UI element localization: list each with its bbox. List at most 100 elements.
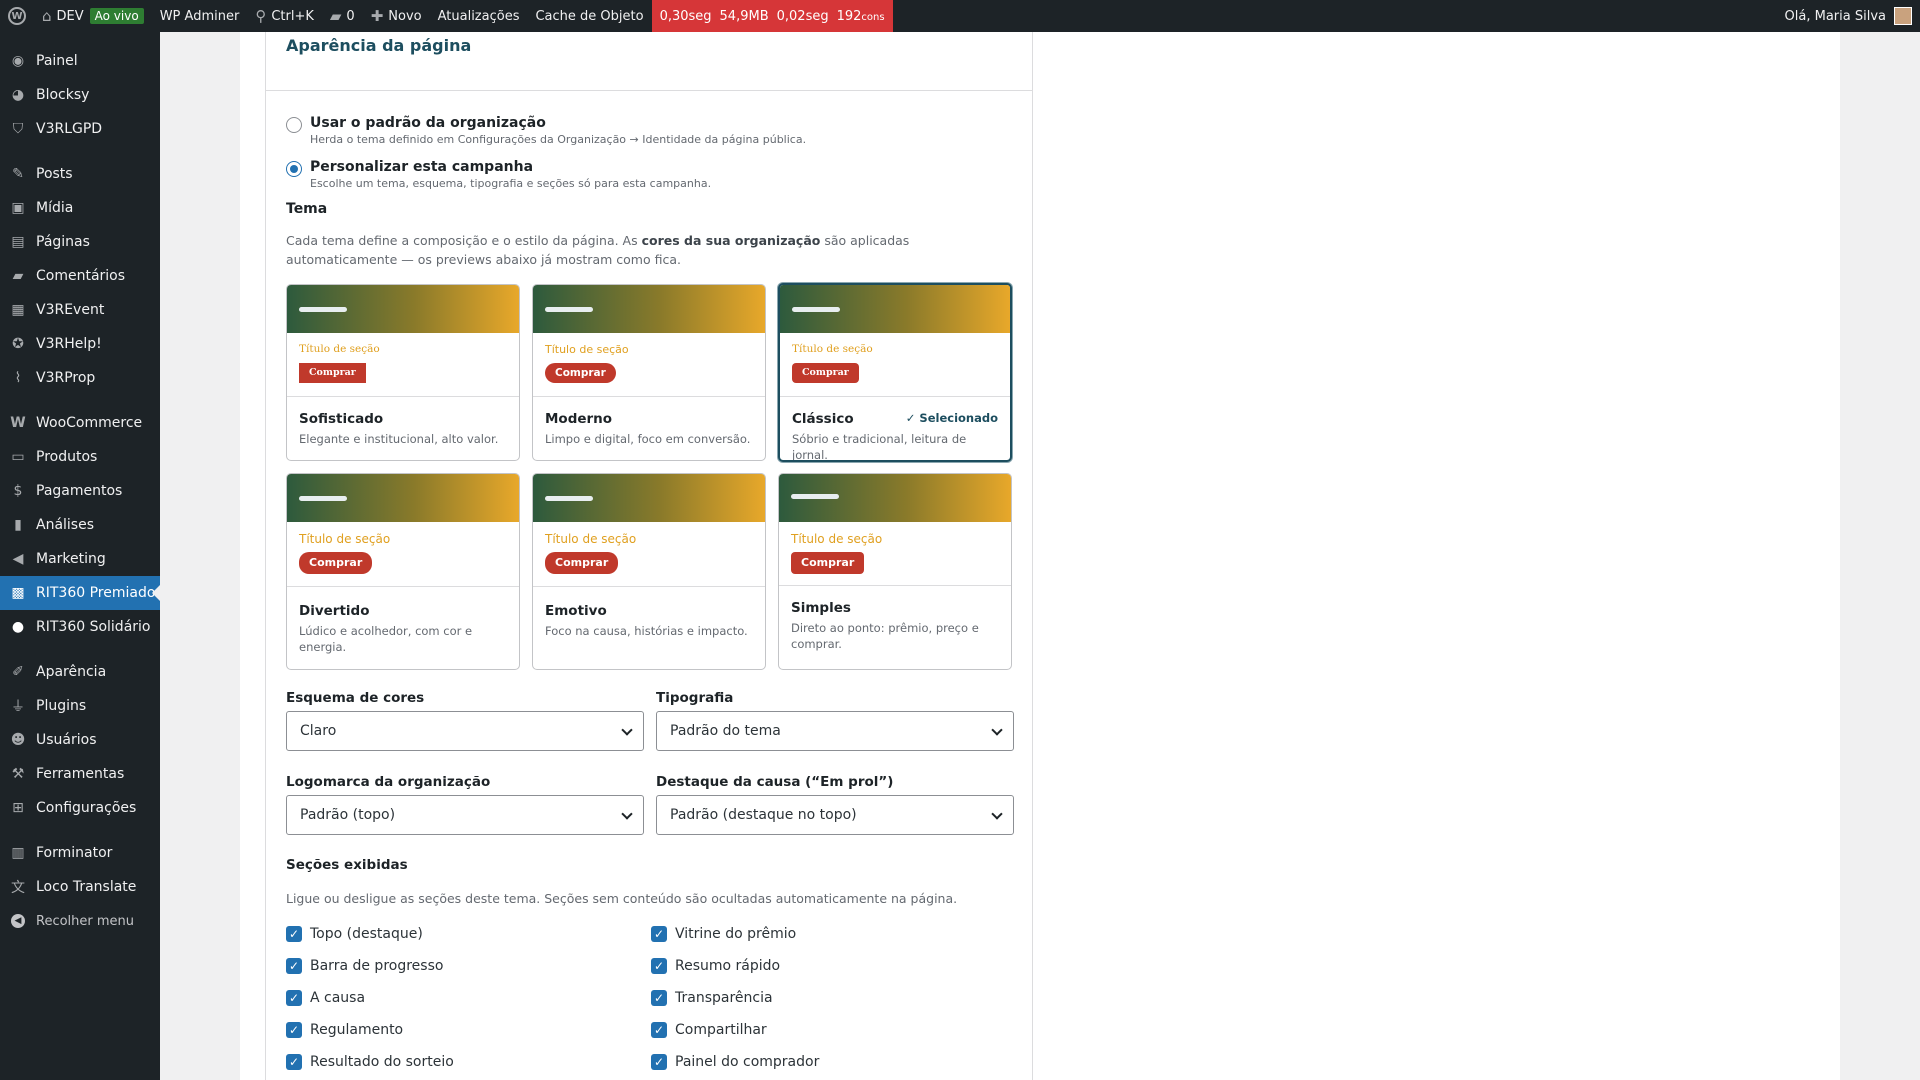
sidebar-item-v3rhelp[interactable]: ✪ V3RHelp! <box>0 327 160 361</box>
checkbox-label: Barra de progresso <box>310 958 444 974</box>
page-icon: ▤ <box>11 234 25 250</box>
sidebar-item-pagamentos[interactable]: $ Pagamentos <box>0 474 160 508</box>
section-toggle-resultado-sorteio[interactable]: ✓ Resultado do sorteio <box>286 1054 454 1070</box>
checkbox-checked-icon[interactable]: ✓ <box>286 990 302 1006</box>
comments-menu[interactable]: ▰ 0 <box>322 0 363 32</box>
sidebar-item-paginas[interactable]: ▤ Páginas <box>0 225 160 259</box>
checkbox-checked-icon[interactable]: ✓ <box>651 1054 667 1070</box>
sidebar-item-label: Comentários <box>36 268 126 284</box>
checkbox-checked-icon[interactable]: ✓ <box>286 1022 302 1038</box>
theme-preview: Título de seção Comprar <box>533 522 765 587</box>
logo-label: Logomarca da organização <box>286 774 491 790</box>
theme-card-emotivo[interactable]: Título de seção Comprar Emotivo Foco na … <box>532 473 766 670</box>
my-account-menu[interactable]: Olá, Maria Silva <box>1785 7 1920 25</box>
collapse-menu-button[interactable]: ◀ Recolher menu <box>0 904 160 938</box>
sidebar-item-painel[interactable]: ◉ Painel <box>0 44 160 78</box>
selected-indicator: ✓ Selecionado <box>905 411 998 425</box>
sidebar-item-comentarios[interactable]: ▰ Comentários <box>0 259 160 293</box>
checkbox-checked-icon[interactable]: ✓ <box>651 926 667 942</box>
form-icon: ▥ <box>11 845 25 861</box>
color-scheme-select[interactable]: Claro <box>286 711 644 751</box>
sidebar-item-woocommerce[interactable]: W WooCommerce <box>0 406 160 440</box>
sidebar-item-aparencia[interactable]: ✐ Aparência <box>0 655 160 689</box>
sidebar-item-analises[interactable]: ▮ Análises <box>0 508 160 542</box>
updates-link[interactable]: Atualizações <box>430 0 528 32</box>
sidebar-item-rit360-solidario[interactable]: ● RIT360 Solidário <box>0 610 160 644</box>
section-toggle-painel-comprador[interactable]: ✓ Painel do comprador <box>651 1054 819 1070</box>
section-toggle-barra-progresso[interactable]: ✓ Barra de progresso <box>286 958 443 974</box>
checkbox-checked-icon[interactable]: ✓ <box>651 990 667 1006</box>
panel-header: Aparência da página <box>266 32 1032 91</box>
typography-select[interactable]: Padrão do tema <box>656 711 1014 751</box>
theme-card-simples[interactable]: Título de seção Comprar Simples Direto a… <box>778 473 1012 670</box>
sidebar-item-ferramentas[interactable]: ⚒ Ferramentas <box>0 757 160 791</box>
sidebar-item-produtos[interactable]: ▭ Produtos <box>0 440 160 474</box>
wp-logo-menu[interactable]: W <box>0 0 34 32</box>
checkbox-checked-icon[interactable]: ✓ <box>286 926 302 942</box>
section-toggle-transparencia[interactable]: ✓ Transparência <box>651 990 773 1006</box>
preview-section-title: Título de seção <box>299 532 391 546</box>
sidebar-item-midia[interactable]: ▣ Mídia <box>0 191 160 225</box>
sidebar-item-configuracoes[interactable]: ⊞ Configurações <box>0 791 160 825</box>
section-toggle-a-causa[interactable]: ✓ A causa <box>286 990 365 1006</box>
ticket-icon: ▩ <box>11 585 25 601</box>
theme-preview-banner <box>779 474 1011 522</box>
wp-adminer-link[interactable]: WP Adminer <box>152 0 248 32</box>
radio-button[interactable] <box>286 161 302 177</box>
sidebar-item-marketing[interactable]: ◀ Marketing <box>0 542 160 576</box>
query-monitor-menu[interactable]: 0,30seg 54,9MB 0,02seg 192cons <box>651 0 893 32</box>
section-toggle-resumo-rapido[interactable]: ✓ Resumo rápido <box>651 958 780 974</box>
sidebar-item-loco-translate[interactable]: 文 Loco Translate <box>0 870 160 904</box>
comments-count: 0 <box>346 8 355 24</box>
sections-description: Ligue ou desligue as seções deste tema. … <box>286 891 958 906</box>
theme-desc-bold: cores da sua organização <box>641 233 821 248</box>
checkbox-checked-icon[interactable]: ✓ <box>286 958 302 974</box>
checkbox-checked-icon[interactable]: ✓ <box>651 1022 667 1038</box>
section-toggle-compartilhar[interactable]: ✓ Compartilhar <box>651 1022 767 1038</box>
archive-icon: ▭ <box>11 449 25 465</box>
sidebar-item-v3revent[interactable]: ▦ V3REvent <box>0 293 160 327</box>
select-value: Padrão (destaque no topo) <box>670 807 857 823</box>
search-shortcut[interactable]: ⚲ Ctrl+K <box>247 0 322 32</box>
section-toggle-regulamento[interactable]: ✓ Regulamento <box>286 1022 403 1038</box>
checkbox-checked-icon[interactable]: ✓ <box>651 958 667 974</box>
sidebar-item-label: Ferramentas <box>36 766 125 782</box>
theme-heading: Tema <box>286 201 328 217</box>
theme-card-moderno[interactable]: Título de seção Comprar Moderno Limpo e … <box>532 284 766 461</box>
logo-select[interactable]: Padrão (topo) <box>286 795 644 835</box>
sidebar-item-label: Loco Translate <box>36 879 137 895</box>
theme-card-sofisticado[interactable]: Título de seção Comprar Sofisticado Eleg… <box>286 284 520 461</box>
sidebar-item-label: Posts <box>36 166 73 182</box>
select-value: Padrão do tema <box>670 723 781 739</box>
theme-preview: Título de seção Comprar <box>287 333 519 397</box>
radio-customize-campaign[interactable]: Personalizar esta campanha Escolhe um te… <box>286 159 711 190</box>
typography-label: Tipografia <box>656 690 734 706</box>
theme-card-divertido[interactable]: Título de seção Comprar Divertido Lúdico… <box>286 473 520 670</box>
sidebar-item-blocksy[interactable]: ◕ Blocksy <box>0 78 160 112</box>
sidebar-item-plugins[interactable]: ⏚ Plugins <box>0 689 160 723</box>
site-name-menu[interactable]: ⌂ DEV Ao vivo <box>34 0 152 32</box>
checkbox-label: Transparência <box>675 990 773 1006</box>
checkbox-checked-icon[interactable]: ✓ <box>286 1054 302 1070</box>
radio-use-org-default[interactable]: Usar o padrão da organização Herda o tem… <box>286 115 806 146</box>
new-content-menu[interactable]: ✚ Novo <box>363 0 430 32</box>
section-toggle-topo[interactable]: ✓ Topo (destaque) <box>286 926 423 942</box>
pin-icon: ✎ <box>12 166 24 182</box>
search-icon: ⚲ <box>255 6 267 25</box>
cause-highlight-select[interactable]: Padrão (destaque no topo) <box>656 795 1014 835</box>
sidebar-item-rit360-premiado[interactable]: ▩ RIT360 Premiado <box>0 576 160 610</box>
section-toggle-vitrine-premio[interactable]: ✓ Vitrine do prêmio <box>651 926 796 942</box>
theme-description: Lúdico e acolhedor, com cor e energia. <box>299 624 473 654</box>
sidebar-item-v3rprop[interactable]: ⌇ V3RProp <box>0 361 160 395</box>
theme-preview-banner <box>533 285 765 333</box>
theme-card-classico[interactable]: Título de seção Comprar Clássico Sóbrio … <box>778 283 1012 462</box>
object-cache-link[interactable]: Cache de Objeto <box>527 0 651 32</box>
sidebar-item-usuarios[interactable]: ☻ Usuários <box>0 723 160 757</box>
preview-nav-bar <box>299 307 347 312</box>
sidebar-item-posts[interactable]: ✎ Posts <box>0 157 160 191</box>
sidebar-item-v3rlgpd[interactable]: ⛉ V3RLGPD <box>0 112 160 146</box>
radio-button[interactable] <box>286 117 302 133</box>
sidebar-item-forminator[interactable]: ▥ Forminator <box>0 836 160 870</box>
sidebar-item-label: RIT360 Premiado <box>36 585 156 601</box>
sidebar-item-label: Páginas <box>36 234 90 250</box>
